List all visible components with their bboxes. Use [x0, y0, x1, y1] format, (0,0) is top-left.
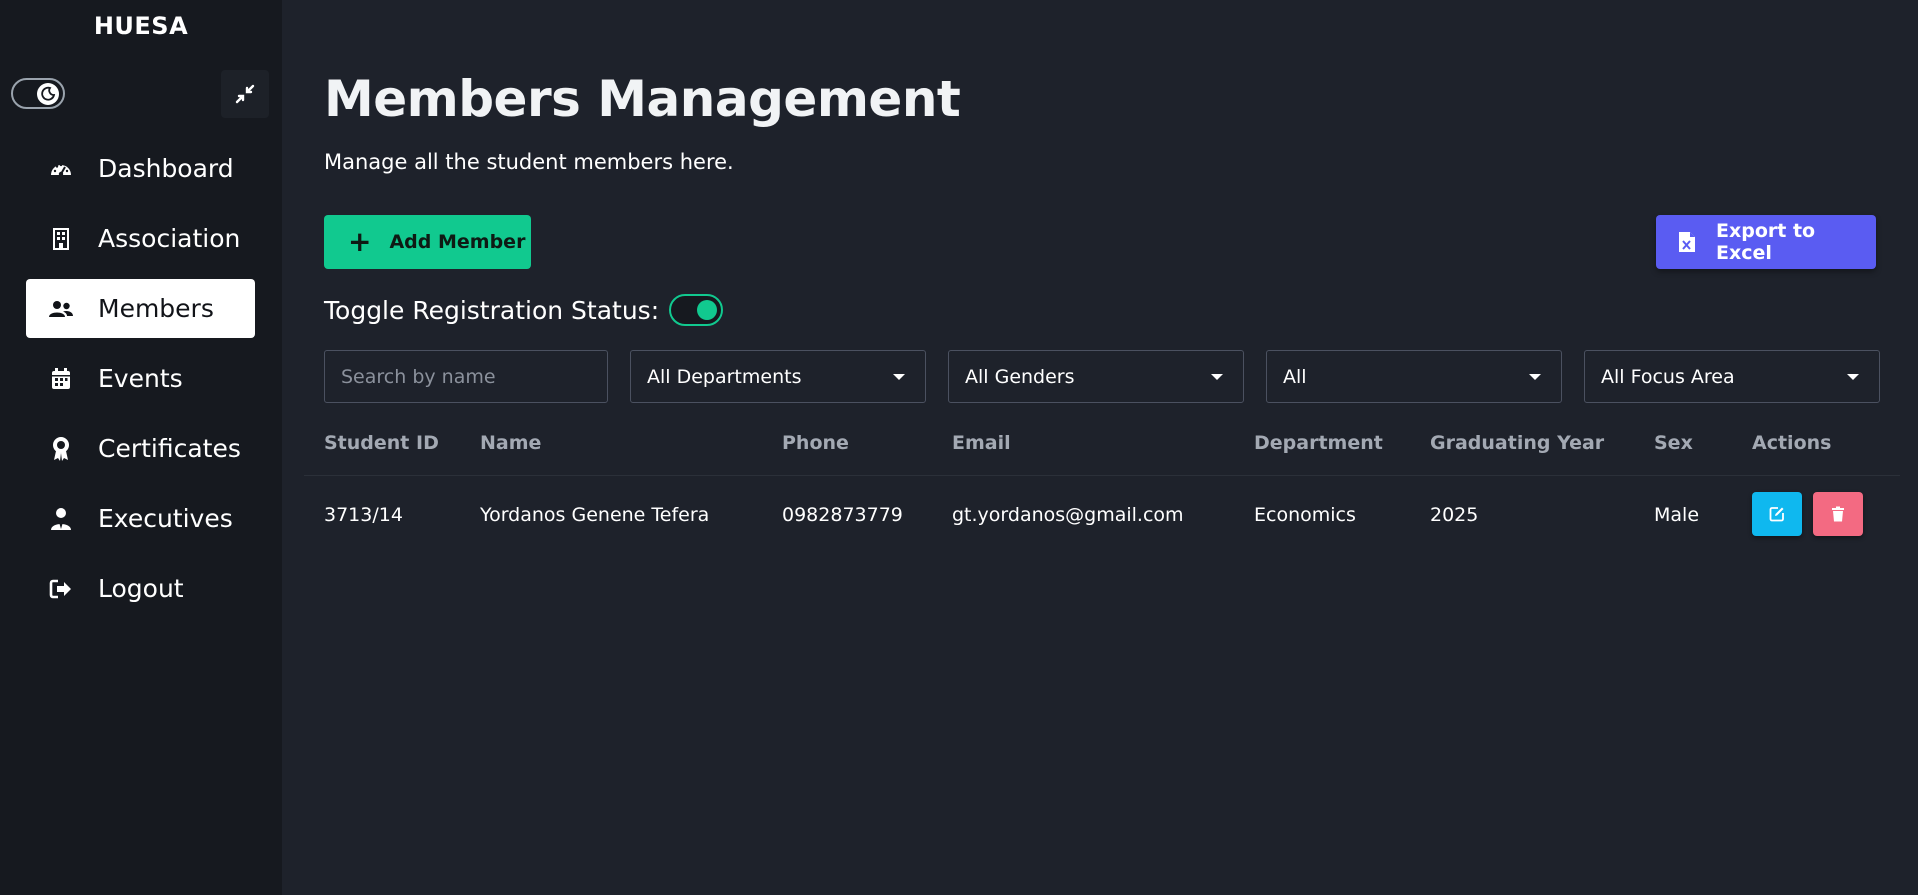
building-icon [46, 224, 76, 254]
members-table: Student ID Name Phone Email Department G… [304, 422, 1900, 557]
export-excel-button[interactable]: Export to Excel [1656, 215, 1876, 269]
focus-area-value: All Focus Area [1601, 365, 1735, 388]
edit-icon [1769, 507, 1784, 522]
collapse-sidebar-button[interactable] [221, 70, 269, 118]
table-header: Student ID Name Phone Email Department G… [304, 422, 1900, 476]
sidebar-item-certificates[interactable]: Certificates [26, 419, 255, 478]
sidebar-item-label: Logout [98, 574, 184, 603]
theme-toggle[interactable] [11, 78, 65, 109]
chevron-down-icon [893, 374, 905, 380]
sidebar-item-association[interactable]: Association [26, 209, 255, 268]
cell-email: gt.yordanos@gmail.com [952, 504, 1184, 526]
chevron-down-icon [1847, 374, 1859, 380]
year-value: All [1283, 365, 1307, 388]
year-select[interactable]: All [1266, 350, 1562, 403]
sidebar-item-label: Dashboard [98, 154, 234, 183]
sidebar-item-label: Certificates [98, 434, 241, 463]
user-tie-icon [46, 504, 76, 534]
plus-icon: + [348, 225, 372, 258]
sidebar-item-logout[interactable]: Logout [26, 559, 255, 618]
column-header: Department [1254, 432, 1383, 454]
calendar-icon [46, 364, 76, 394]
add-member-label: Add Member [389, 231, 526, 253]
logout-icon [46, 574, 76, 604]
column-header: Actions [1752, 432, 1832, 454]
sidebar-item-label: Members [98, 294, 214, 323]
column-header: Email [952, 432, 1011, 454]
sidebar-item-label: Events [98, 364, 183, 393]
registration-status-switch[interactable] [669, 294, 724, 326]
excel-file-icon [1678, 231, 1696, 253]
column-header: Name [480, 432, 542, 454]
cell-graduating-year: 2025 [1430, 504, 1479, 526]
department-select[interactable]: All Departments [630, 350, 926, 403]
cell-student-id: 3713/14 [324, 504, 403, 526]
registration-status-row: Toggle Registration Status: [324, 291, 724, 329]
cell-name: Yordanos Genene Tefera [480, 504, 710, 526]
sidebar: HUESA Dashboard Association Members Even… [0, 0, 282, 895]
search-placeholder: Search by name [341, 365, 496, 388]
add-member-button[interactable]: + Add Member [324, 215, 531, 269]
gender-value: All Genders [965, 365, 1075, 388]
export-excel-label: Export to Excel [1716, 220, 1816, 264]
cell-department: Economics [1254, 504, 1356, 526]
table-row: 3713/14 Yordanos Genene Tefera 098287377… [304, 476, 1900, 557]
sidebar-nav: Dashboard Association Members Events Cer… [26, 139, 255, 629]
sidebar-item-events[interactable]: Events [26, 349, 255, 408]
award-icon [46, 434, 76, 464]
app-root: HUESA Dashboard Association Members Even… [0, 0, 1918, 895]
department-value: All Departments [647, 365, 802, 388]
gender-select[interactable]: All Genders [948, 350, 1244, 403]
brand-logo: HUESA [93, 12, 189, 40]
sidebar-item-label: Executives [98, 504, 233, 533]
focus-area-select[interactable]: All Focus Area [1584, 350, 1880, 403]
page-title: Members Management [324, 70, 961, 128]
main-content: Members Management Manage all the studen… [282, 0, 1918, 895]
chevron-down-icon [1211, 374, 1223, 380]
users-icon [46, 294, 76, 324]
registration-status-label: Toggle Registration Status: [324, 295, 660, 325]
chevron-down-icon [1529, 374, 1541, 380]
trash-icon [1832, 506, 1844, 522]
column-header: Student ID [324, 432, 439, 454]
moon-icon [37, 83, 59, 105]
edit-button[interactable] [1752, 492, 1802, 536]
cell-sex: Male [1654, 504, 1700, 526]
column-header: Graduating Year [1430, 432, 1605, 454]
cell-phone: 0982873779 [782, 504, 903, 526]
compress-icon [235, 84, 255, 104]
column-header: Phone [782, 432, 849, 454]
search-input[interactable]: Search by name [324, 350, 608, 403]
sidebar-item-label: Association [98, 224, 241, 253]
column-header: Sex [1654, 432, 1693, 454]
page-subtitle: Manage all the student members here. [324, 150, 734, 174]
delete-button[interactable] [1813, 492, 1863, 536]
sidebar-item-executives[interactable]: Executives [26, 489, 255, 548]
gauge-icon [46, 154, 76, 184]
switch-knob [697, 300, 718, 320]
sidebar-item-members[interactable]: Members [26, 279, 255, 338]
sidebar-item-dashboard[interactable]: Dashboard [26, 139, 255, 198]
